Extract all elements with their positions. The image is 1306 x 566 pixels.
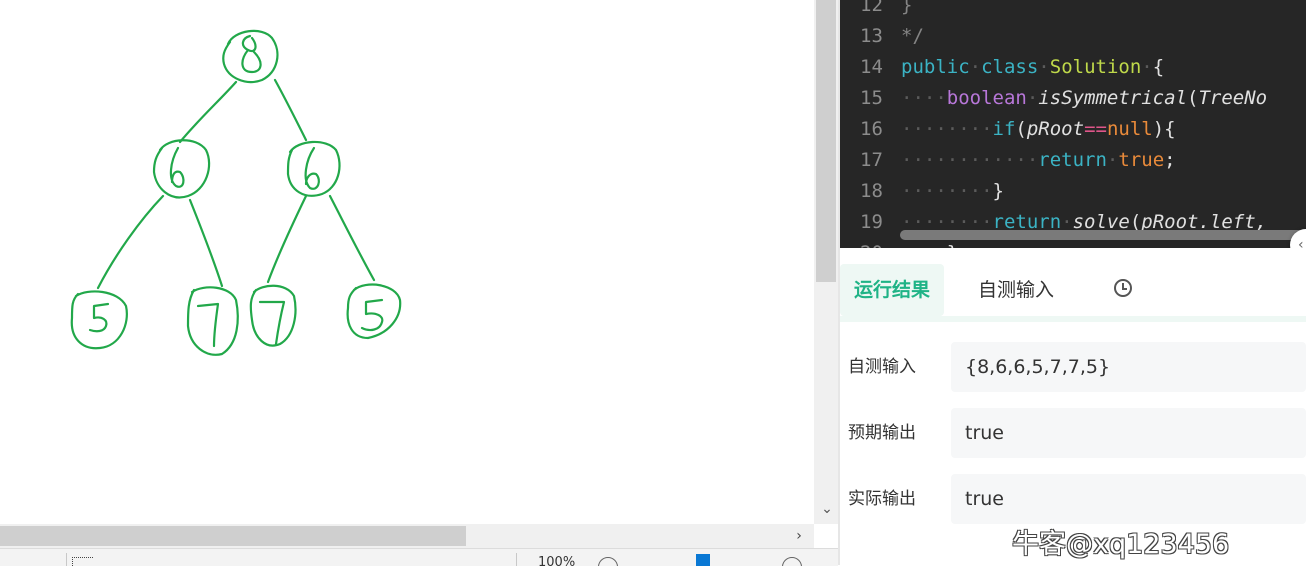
code-text: ········if(pRoot==null){ — [901, 114, 1176, 145]
tree-edge — [328, 194, 376, 282]
code-token: · — [969, 56, 982, 78]
digit-8-glyph — [241, 34, 262, 74]
code-token: if — [992, 118, 1016, 140]
code-token: null — [1106, 118, 1153, 140]
digit-7-glyph — [196, 302, 220, 348]
code-token: ············ — [901, 149, 1039, 171]
io-value: true — [965, 422, 1004, 444]
chevron-down-icon[interactable]: ⌄ — [820, 500, 834, 518]
actual-output-row: 实际输出 true — [840, 474, 1306, 524]
tree-edge — [96, 194, 165, 290]
code-token: } — [901, 0, 913, 16]
tree-edge — [273, 78, 308, 142]
chevron-right-icon[interactable]: › — [790, 527, 808, 545]
line-number: 15 — [860, 87, 883, 109]
io-value: true — [965, 488, 1004, 510]
code-token: isSymmetrical — [1038, 87, 1188, 109]
code-token: TreeNo — [1198, 87, 1268, 109]
code-token: public — [901, 56, 970, 78]
horizontal-scroll-thumb[interactable] — [0, 526, 466, 546]
line-number: 13 — [860, 25, 883, 47]
editor-scroll-thumb[interactable] — [900, 230, 1306, 240]
digit-6-glyph — [169, 146, 185, 188]
drawing-vertical-scrollbar[interactable]: ⌄ — [814, 0, 838, 524]
self-test-input-row: 自测输入 {8,6,6,5,7,7,5} — [840, 342, 1306, 392]
tab-self-test-input[interactable]: 自测输入 — [978, 264, 1054, 316]
code-token: · — [1026, 87, 1039, 109]
code-text: ····boolean·isSymmetrical(TreeNo — [901, 83, 1267, 114]
code-token: ; — [1164, 149, 1176, 171]
result-panel: 运行结果 自测输入 自测输入 {8,6,6,5,7,7,5} 预期输出 true… — [840, 248, 1306, 565]
code-text: */ — [901, 21, 924, 52]
watermark: 牛客@xq123456 — [1012, 529, 1230, 560]
zoom-level: 100% — [538, 555, 576, 566]
line-number: 16 — [860, 118, 883, 140]
code-token: return — [1038, 149, 1107, 171]
status-bar: 100% — [0, 548, 838, 566]
tree-node-leaf-2 — [186, 286, 239, 356]
digit-5-glyph — [88, 302, 110, 333]
line-number: 18 — [860, 180, 883, 202]
tree-node-left — [152, 139, 211, 199]
code-token: ( — [1187, 87, 1199, 109]
code-token: · — [1141, 56, 1153, 78]
code-token: ){ — [1152, 118, 1176, 140]
zoom-slider-thumb[interactable] — [696, 554, 710, 566]
code-token: true — [1118, 149, 1165, 171]
code-editor[interactable]: 12} 13 */14 public·class·Solution·{15 ····bo… — [840, 0, 1306, 248]
tree-node-root — [222, 29, 279, 84]
digit-6-glyph — [304, 146, 320, 190]
self-test-input-field[interactable]: {8,6,6,5,7,7,5} — [951, 342, 1306, 392]
code-token: } — [992, 180, 1004, 202]
tab-run-result[interactable]: 运行结果 — [840, 264, 944, 316]
code-text: ············return·true; — [901, 145, 1176, 176]
tree-edge — [188, 198, 224, 288]
code-token: pRoot — [1026, 118, 1085, 140]
result-tabs: 运行结果 自测输入 — [840, 256, 1306, 316]
code-token: { — [1152, 56, 1165, 78]
line-number: 17 — [860, 149, 883, 171]
vertical-scroll-thumb[interactable] — [816, 0, 836, 282]
hand-drawn-tree — [70, 29, 402, 356]
code-token: ···· — [901, 87, 947, 109]
line-number: 20 — [860, 238, 890, 248]
code-token: class — [981, 56, 1039, 78]
line-number: 19 — [860, 211, 883, 233]
history-clock-icon[interactable] — [1114, 279, 1132, 297]
code-text: ········} — [901, 176, 1004, 207]
digit-7-glyph — [258, 300, 286, 346]
code-token: ( — [1015, 118, 1027, 140]
editor-horizontal-scrollbar[interactable] — [900, 230, 1306, 240]
statusbar-divider — [66, 553, 67, 566]
code-token: · — [1106, 149, 1119, 171]
tabs-divider — [840, 316, 1306, 322]
line-number: 12 — [860, 0, 883, 16]
code-token: Solution — [1049, 56, 1142, 78]
code-token: boolean — [946, 87, 1027, 109]
tree-node-leaf-3 — [249, 284, 297, 347]
code-text: } — [901, 0, 912, 21]
code-token: · — [1038, 56, 1050, 78]
code-token: ········ — [901, 118, 993, 140]
io-label: 实际输出 — [848, 489, 916, 509]
statusbar-divider — [516, 553, 517, 566]
expected-output-row: 预期输出 true — [840, 408, 1306, 458]
drawing-horizontal-scrollbar[interactable]: › — [0, 524, 814, 548]
io-label: 自测输入 — [848, 357, 916, 377]
code-text: public·class·Solution·{ — [901, 52, 1164, 83]
expected-output-field: true — [951, 408, 1306, 458]
line-number: 14 — [860, 56, 883, 78]
code-token: ········ — [901, 180, 993, 202]
actual-output-field: true — [951, 474, 1306, 524]
io-label: 预期输出 — [848, 423, 916, 443]
code-token: */ — [901, 25, 924, 47]
drawing-canvas[interactable] — [0, 0, 814, 524]
tree-node-leaf-1 — [70, 290, 128, 350]
tree-edge — [266, 194, 308, 284]
code-token: == — [1084, 118, 1107, 140]
io-value: {8,6,6,5,7,7,5} — [965, 356, 1111, 378]
tree-edge — [178, 80, 238, 144]
digit-5-glyph — [360, 298, 384, 332]
